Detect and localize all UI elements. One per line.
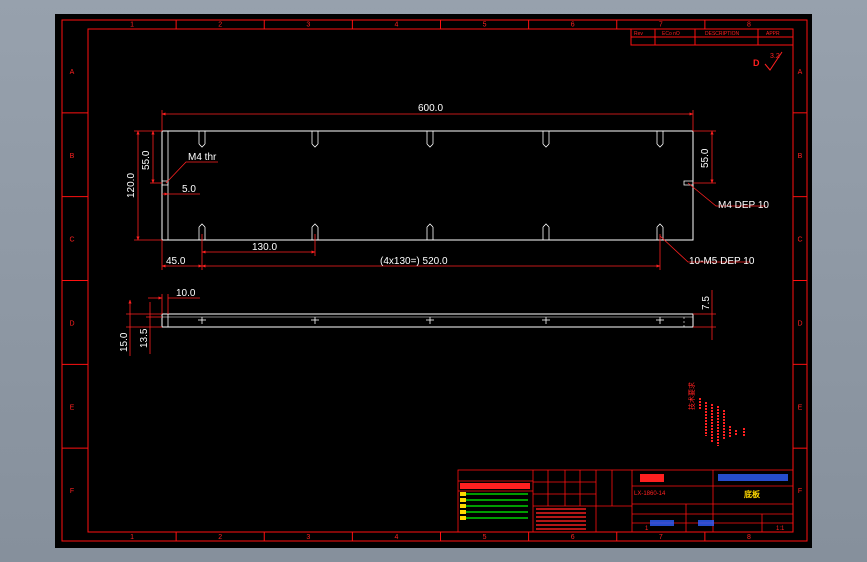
zone-row-label: E — [70, 404, 75, 411]
zone-row-label: A — [798, 69, 803, 76]
zone-col-label: 3 — [306, 22, 310, 29]
description-header: DESCRIPTION — [705, 31, 740, 37]
zone-col-label: 6 — [571, 22, 575, 29]
dim-first-hole: 45.0 — [166, 256, 186, 267]
zone-row-label: D — [797, 320, 802, 327]
dim-thickness: 15.0 — [119, 332, 130, 352]
dim-inner-height: 13.5 — [139, 328, 150, 348]
drawing-canvas[interactable]: 1122334455667788A AB BC CD DE EF F Rev ECo nO … — [0, 0, 867, 562]
dim-pitch-first: 130.0 — [252, 242, 277, 253]
zone-row-label: B — [798, 153, 803, 160]
zone-col-label: 7 — [659, 22, 663, 29]
zone-row-label: F — [70, 488, 74, 495]
callout-m4-thr: M4 thr — [188, 152, 217, 163]
zone-col-label: 5 — [483, 534, 487, 541]
zone-col-label: 7 — [659, 534, 663, 541]
zone-col-label: 1 — [130, 534, 134, 541]
appr-header: APPR — [766, 31, 780, 37]
zone-row-label: F — [798, 488, 802, 495]
rev-header: Rev — [634, 31, 643, 37]
dim-half-right: 55.0 — [700, 148, 711, 168]
svg-text:D: D — [753, 58, 760, 68]
zone-col-label: 4 — [394, 22, 398, 29]
zone-col-label: 2 — [218, 534, 222, 541]
scale: 1:1 — [776, 526, 785, 532]
cad-viewer: 1122334455667788AABBCCDDEEFF Rev ECo nO … — [0, 0, 867, 562]
zone-row-label: E — [798, 404, 803, 411]
surface-finish-value: 3.2 — [770, 53, 780, 60]
sheet-background — [55, 14, 812, 548]
dim-right-height: 7.5 — [701, 296, 712, 310]
part-name: 底板 — [743, 489, 761, 499]
callout-m4-dep: M4 DEP 10 — [718, 200, 769, 211]
zone-row-label: A — [70, 69, 75, 76]
zone-col-label: 8 — [747, 534, 751, 541]
eco-header: ECo nO — [662, 31, 680, 37]
zone-col-label: 3 — [306, 534, 310, 541]
dim-overall-length: 600.0 — [418, 103, 443, 114]
zone-row-label: D — [69, 320, 74, 327]
dim-edge-offset: 5.0 — [182, 184, 196, 195]
zone-col-label: 4 — [394, 534, 398, 541]
dim-pattern: (4x130=) 520.0 — [380, 256, 448, 267]
dim-half-left: 55.0 — [141, 150, 152, 170]
zone-col-label: 2 — [218, 22, 222, 29]
zone-row-label: B — [70, 153, 75, 160]
zone-col-label: 8 — [747, 22, 751, 29]
zone-col-label: 5 — [483, 22, 487, 29]
zone-col-label: 6 — [571, 534, 575, 541]
dim-width: 120.0 — [126, 173, 137, 198]
dim-top-offset: 10.0 — [176, 288, 196, 299]
zone-col-label: 1 — [130, 22, 134, 29]
zone-row-label: C — [69, 237, 74, 244]
notes-heading: 技术要求 — [687, 382, 696, 410]
zone-row-label: C — [797, 237, 802, 244]
callout-m5-dep: 10-M5 DEP 10 — [689, 256, 755, 267]
drawing-number: LX-1860-14 — [634, 491, 666, 497]
